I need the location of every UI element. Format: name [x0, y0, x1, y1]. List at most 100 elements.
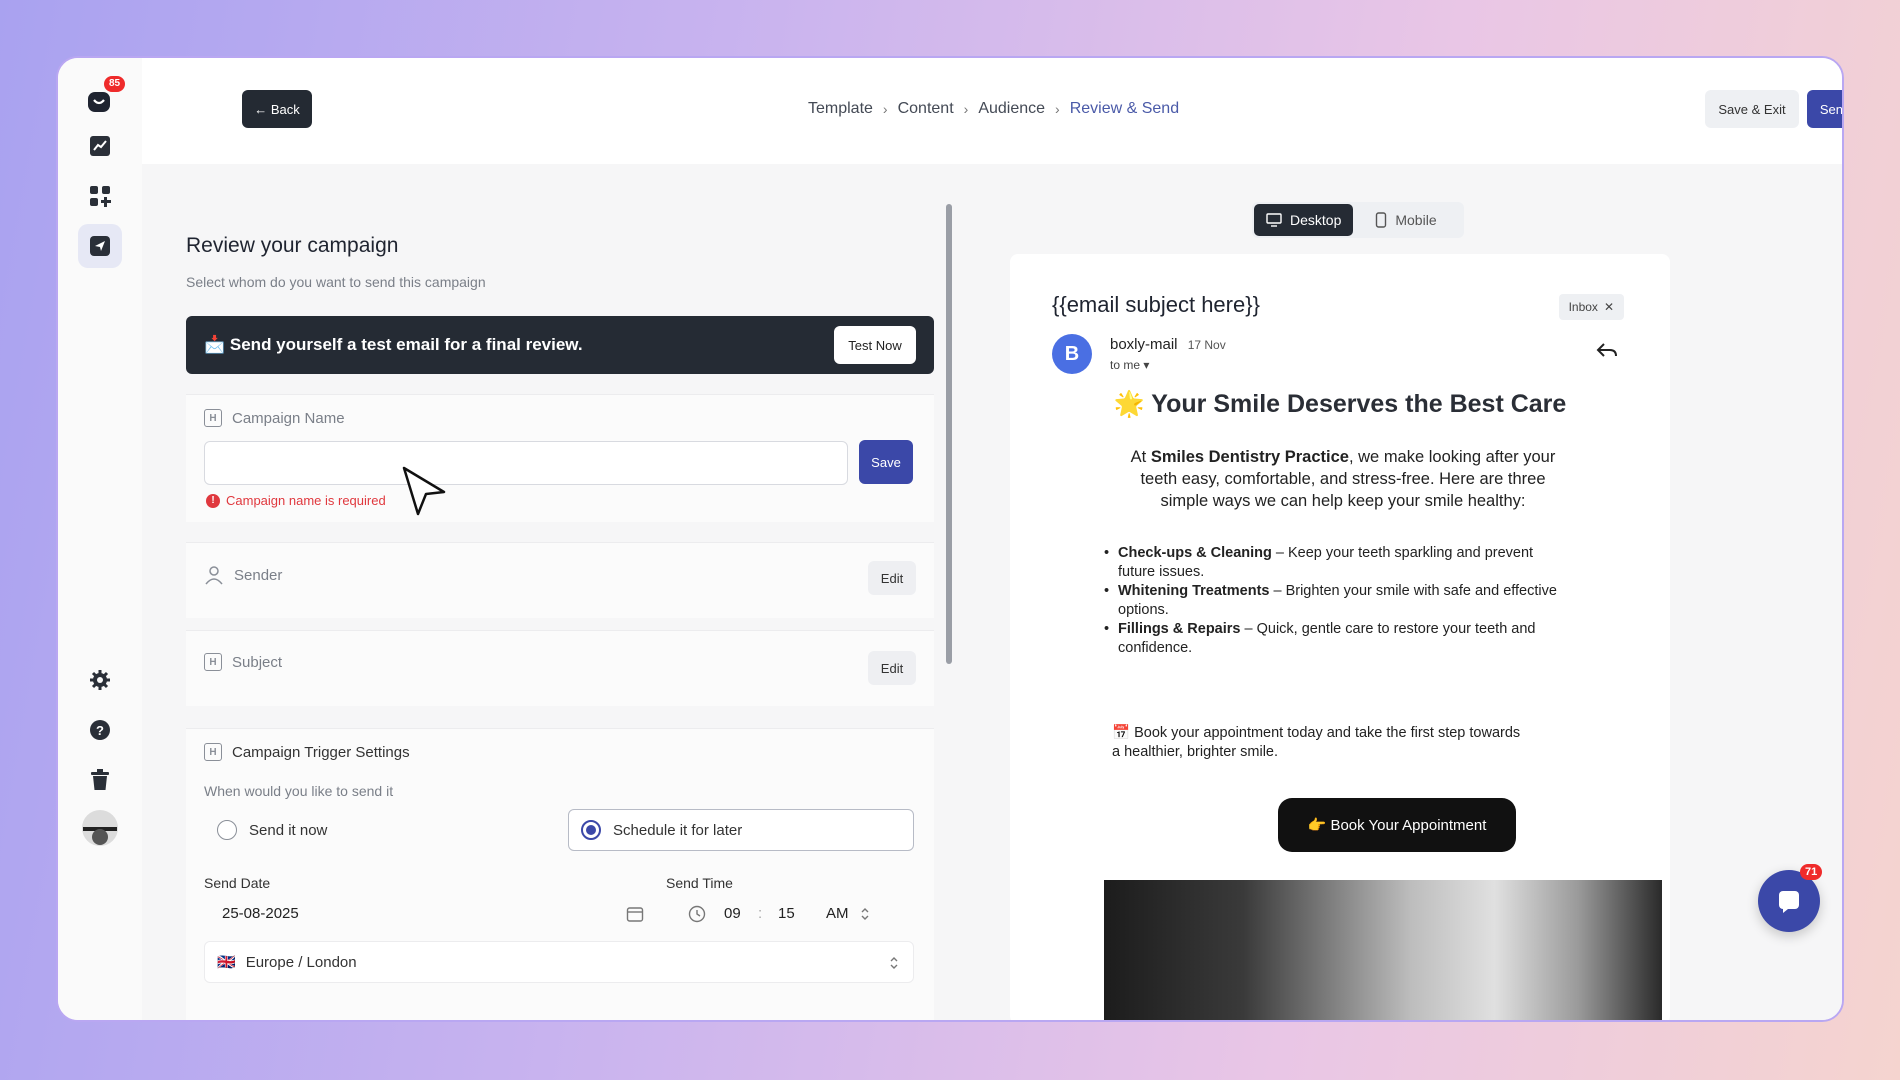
mobile-label: Mobile — [1395, 212, 1437, 228]
svg-text:?: ? — [96, 723, 104, 738]
chat-button[interactable]: 71 — [1758, 864, 1823, 932]
reply-icon[interactable] — [1596, 342, 1618, 360]
error-text: Campaign name is required — [226, 493, 386, 508]
heading-icon: H — [204, 409, 222, 427]
service-title: Fillings & Repairs — [1118, 621, 1241, 637]
help-icon[interactable]: ? — [78, 708, 122, 752]
send-time-label: Send Time — [666, 875, 733, 891]
trigger-title: Campaign Trigger Settings — [232, 743, 410, 761]
chat-icon — [1779, 891, 1799, 913]
breadcrumb-content[interactable]: Content — [898, 100, 954, 118]
list-item: Check-ups & Cleaning – Keep your teeth s… — [1104, 544, 1558, 582]
cta-text: 📅 Book your appointment today and take t… — [1112, 725, 1521, 760]
service-title: Whitening Treatments — [1118, 583, 1270, 599]
preview-panel: Desktop Mobile {{email subject here}} In… — [954, 164, 1842, 1020]
breadcrumb: Template › Content › Audience › Review &… — [808, 100, 1179, 118]
error-icon: ! — [206, 493, 220, 508]
sender-date: 17 Nov — [1187, 338, 1226, 352]
time-separator: : — [758, 905, 763, 922]
analytics-icon[interactable] — [78, 124, 122, 168]
save-exit-button[interactable]: Save & Exit — [1705, 90, 1799, 128]
radio-schedule-later[interactable] — [581, 820, 601, 840]
chevron-right-icon: › — [882, 101, 888, 117]
view-toggle: Desktop Mobile — [1252, 202, 1464, 238]
email-preview: {{email subject here}} Inbox ✕ B boxly-m… — [1010, 254, 1670, 1020]
gear-icon[interactable] — [78, 658, 122, 702]
sender-avatar: B — [1052, 334, 1092, 374]
trigger-settings-card: H Campaign Trigger Settings When would y… — [186, 728, 934, 1020]
services-list: Check-ups & Cleaning – Keep your teeth s… — [1104, 544, 1558, 658]
close-icon[interactable]: ✕ — [1604, 300, 1614, 314]
user-icon — [205, 566, 223, 585]
schedule-later-option[interactable]: Schedule it for later — [568, 809, 914, 851]
send-icon[interactable] — [78, 224, 122, 268]
test-now-button[interactable]: Test Now — [834, 326, 916, 364]
avatar[interactable] — [78, 806, 122, 850]
send-date-value[interactable]: 25-08-2025 — [222, 905, 299, 922]
phone-icon — [1376, 212, 1387, 228]
email-heading: 🌟 Your Smile Deserves the Best Care — [1113, 390, 1567, 418]
chevron-right-icon: › — [963, 101, 969, 117]
subject-label: Subject — [232, 653, 283, 671]
subject-card: H Subject Edit — [186, 630, 934, 706]
monitor-icon — [1266, 213, 1282, 227]
campaign-name-error: ! Campaign name is required — [206, 493, 386, 508]
minute-input[interactable]: 15 — [778, 905, 795, 922]
trigger-title-row: H Campaign Trigger Settings — [204, 743, 410, 761]
mouse-pointer-icon — [402, 466, 446, 516]
save-name-button[interactable]: Save — [859, 440, 913, 484]
inbox-chip: Inbox ✕ — [1558, 294, 1624, 320]
email-subject: {{email subject here}} — [1052, 292, 1260, 317]
timezone-select[interactable]: 🇬🇧 Europe / London — [204, 941, 914, 983]
subject-label-row: H Subject — [204, 653, 282, 671]
breadcrumb-audience[interactable]: Audience — [978, 100, 1045, 118]
breadcrumb-review-send[interactable]: Review & Send — [1070, 100, 1179, 118]
page-title: Review your campaign — [186, 234, 399, 257]
page-subtitle: Select whom do you want to send this cam… — [186, 274, 486, 290]
hour-input[interactable]: 09 — [724, 905, 741, 922]
chevron-updown-icon — [890, 957, 898, 969]
back-button[interactable]: ← Back — [242, 90, 312, 128]
send-now-label: Send it now — [249, 821, 328, 839]
campaign-name-card: H Campaign Name Save ! Campaign name is … — [186, 394, 934, 522]
sender-line: boxly-mail 17 Nov — [1110, 336, 1226, 353]
inbox-label: Inbox — [1568, 300, 1598, 314]
list-item: Whitening Treatments – Brighten your smi… — [1104, 582, 1558, 620]
caret-down-icon: ▾ — [1143, 358, 1150, 372]
campaign-name-input[interactable] — [204, 441, 848, 485]
apps-grid-icon[interactable] — [78, 174, 122, 218]
book-appointment-button[interactable]: 👉 Book Your Appointment — [1278, 798, 1516, 852]
desktop-view-button[interactable]: Desktop — [1254, 204, 1354, 236]
uk-flag-icon: 🇬🇧 — [217, 954, 236, 971]
logo-icon[interactable]: 85 — [78, 76, 126, 124]
trigger-question: When would you like to send it — [204, 783, 394, 799]
sender-card: Sender Edit — [186, 542, 934, 618]
practice-name: Smiles Dentistry Practice — [1150, 448, 1349, 466]
campaign-name-label-row: H Campaign Name — [204, 409, 345, 427]
send-button[interactable]: Send — [1807, 90, 1842, 128]
mobile-view-button[interactable]: Mobile — [1363, 204, 1448, 236]
send-now-option[interactable]: Send it now — [204, 809, 540, 851]
desktop-label: Desktop — [1290, 212, 1342, 228]
ampm-select[interactable]: AM — [826, 905, 849, 922]
sender-name: boxly-mail — [1110, 336, 1178, 353]
sender-label: Sender — [234, 566, 283, 584]
breadcrumb-template[interactable]: Template — [808, 100, 873, 118]
send-date-label: Send Date — [204, 875, 271, 891]
hero-image — [1104, 880, 1662, 1020]
trash-icon[interactable] — [78, 758, 122, 802]
edit-subject-button[interactable]: Edit — [868, 651, 916, 685]
top-header: ← Back Template › Content › Audience › R… — [142, 58, 1842, 164]
campaign-name-label: Campaign Name — [232, 409, 345, 427]
service-title: Check-ups & Cleaning — [1118, 545, 1272, 561]
recipient-toggle[interactable]: to me ▾ — [1110, 358, 1149, 372]
review-panel: Review your campaign Select whom do you … — [142, 164, 982, 1020]
intro-prefix: At — [1130, 448, 1151, 466]
app-window: 85 ? ← Back Template › Content › Audienc… — [56, 56, 1844, 1022]
clock-icon — [688, 905, 706, 923]
scrollbar[interactable] — [946, 204, 952, 664]
edit-sender-button[interactable]: Edit — [868, 561, 916, 595]
radio-send-now[interactable] — [217, 820, 237, 840]
stepper-icon[interactable] — [860, 905, 870, 923]
calendar-icon[interactable] — [626, 905, 644, 923]
